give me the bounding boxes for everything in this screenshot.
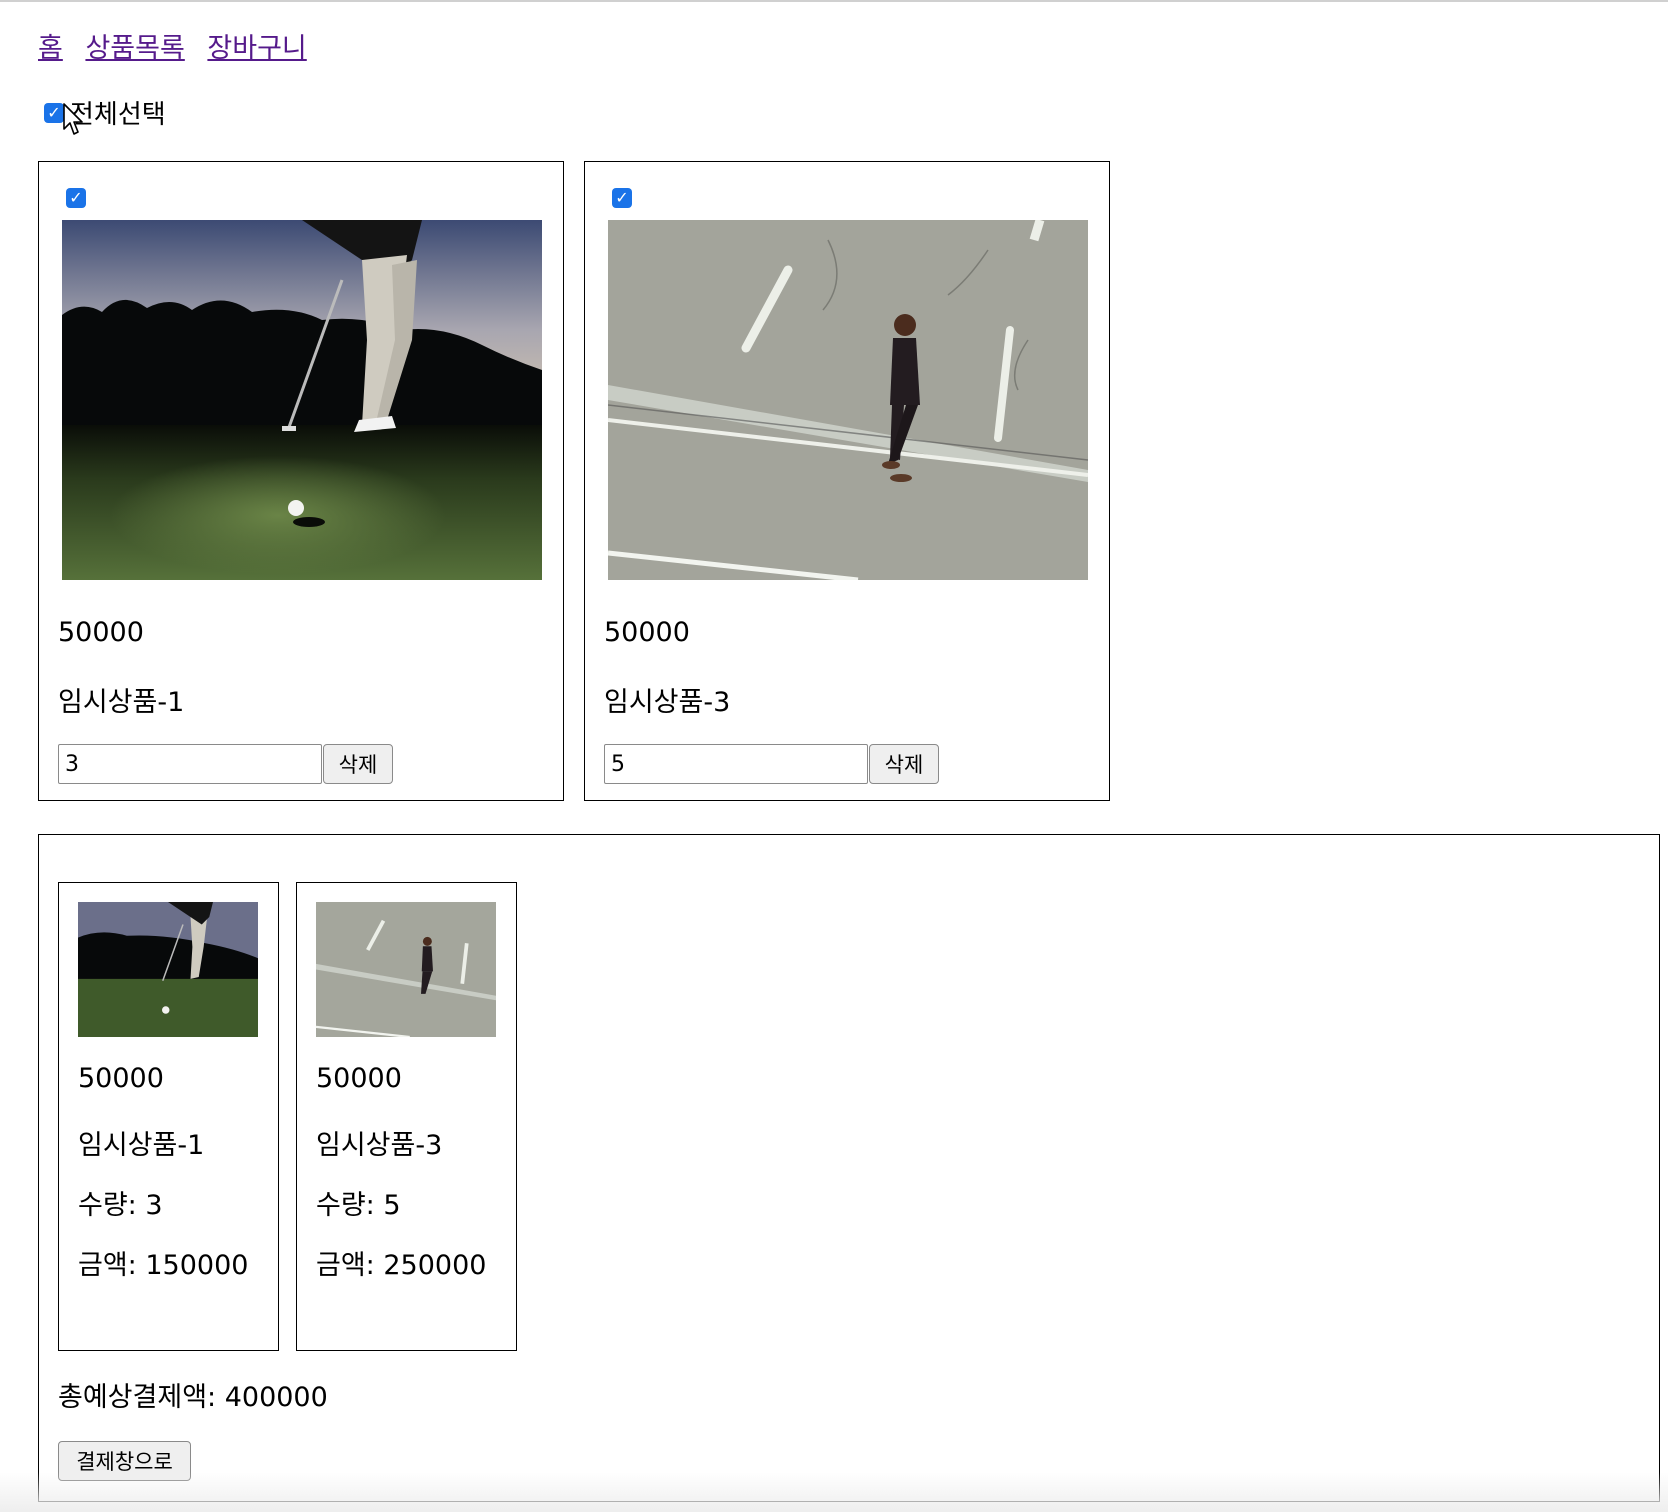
top-nav: 홈 상품목록 장바구니 [38,26,321,65]
man-walking-road-photo [608,220,1088,580]
nav-link-home[interactable]: 홈 [38,33,63,64]
order-summary: 50000 임시상품-1 수량: 3 금액: 150000 50000 임시상품… [38,834,1660,1502]
golf-putting-photo [78,902,258,1037]
man-walking-road-photo [316,902,496,1037]
summary-name: 임시상품-1 [78,1130,205,1161]
golf-putting-photo [62,220,542,580]
cart-item-card: ✓ 50000 임시상품-3 삭제 [584,161,1110,801]
delete-button[interactable]: 삭제 [323,744,393,784]
summary-price: 50000 [78,1063,164,1094]
summary-name: 임시상품-3 [316,1130,443,1161]
select-all-checkbox[interactable]: ✓ [44,102,64,123]
quantity-input[interactable] [604,744,868,784]
item-checkbox[interactable]: ✓ [612,188,632,208]
item-price: 50000 [58,617,144,648]
summary-item-card: 50000 임시상품-1 수량: 3 금액: 150000 [58,882,279,1351]
delete-button[interactable]: 삭제 [869,744,939,784]
nav-link-cart[interactable]: 장바구니 [207,33,306,64]
cart-item-card: ✓ 50000 임시상품-1 3 삭제 [38,161,564,801]
summary-item-card: 50000 임시상품-3 수량: 5 금액: 250000 [296,882,517,1351]
summary-quantity: 수량: 5 [316,1190,401,1221]
quantity-input[interactable] [58,744,322,784]
top-border [0,0,1668,2]
bottom-shadow [0,1472,1668,1512]
item-checkbox[interactable]: ✓ [66,188,86,208]
total-estimated-payment: 총예상결제액: 400000 [58,1382,328,1413]
summary-quantity: 수량: 3 [78,1190,163,1221]
item-name: 임시상품-1 [58,687,185,718]
item-price: 50000 [604,617,690,648]
item-name: 임시상품-3 [604,687,731,718]
mouse-pointer-icon [63,103,83,135]
summary-price: 50000 [316,1063,402,1094]
nav-link-products[interactable]: 상품목록 [85,33,184,64]
summary-amount: 금액: 250000 [316,1250,487,1281]
summary-amount: 금액: 150000 [78,1250,249,1281]
